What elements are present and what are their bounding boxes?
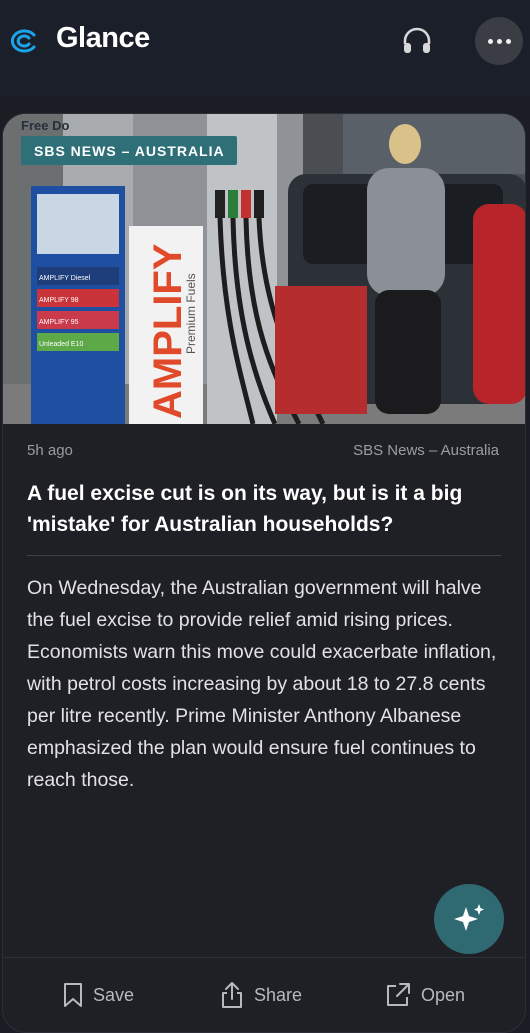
dot — [505, 38, 511, 44]
news-card[interactable]: Free Do AMPLIFY Diesel AMPLIFY 98 AMPLIF… — [2, 113, 526, 1033]
article-image[interactable]: Free Do AMPLIFY Diesel AMPLIFY 98 AMPLIF… — [3, 114, 525, 424]
save-label: Save — [93, 984, 135, 1005]
top-bar: Glance — [0, 0, 530, 96]
share-button[interactable]: Share — [220, 980, 302, 1010]
divider — [27, 555, 501, 556]
price-row-label: AMPLIFY Diesel — [39, 275, 91, 282]
source-badge: SBS NEWS – AUSTRALIA — [21, 136, 237, 165]
more-options-button[interactable] — [475, 17, 523, 65]
signage-sub: Premium Fuels — [184, 273, 198, 354]
ai-sparkle-button[interactable] — [434, 884, 504, 954]
price-row-label: AMPLIFY 98 — [39, 297, 79, 304]
share-icon — [222, 982, 242, 1008]
article-headline[interactable]: A fuel excise cut is on its way, but is … — [27, 478, 503, 540]
article-summary: On Wednesday, the Australian government … — [27, 577, 497, 791]
headphones-icon[interactable] — [400, 24, 434, 58]
save-button[interactable]: Save — [63, 980, 134, 1010]
bookmark-icon — [64, 983, 82, 1007]
external-link-icon — [387, 983, 410, 1006]
open-label: Open — [421, 984, 466, 1005]
sparkle-icon — [454, 904, 484, 931]
article-time: 5h ago — [27, 442, 73, 459]
dot — [487, 38, 493, 44]
price-row-label: Unleaded E10 — [39, 341, 83, 348]
glance-logo-icon[interactable] — [6, 27, 38, 55]
share-label: Share — [254, 984, 303, 1005]
signage-top-text: Free Do — [21, 118, 69, 133]
open-button[interactable]: Open — [385, 980, 465, 1010]
action-bar-divider — [3, 957, 525, 958]
article-source[interactable]: SBS News – Australia — [353, 442, 499, 459]
price-row-label: AMPLIFY 95 — [39, 319, 79, 326]
app-title: Glance — [56, 22, 150, 54]
dot — [496, 38, 502, 44]
